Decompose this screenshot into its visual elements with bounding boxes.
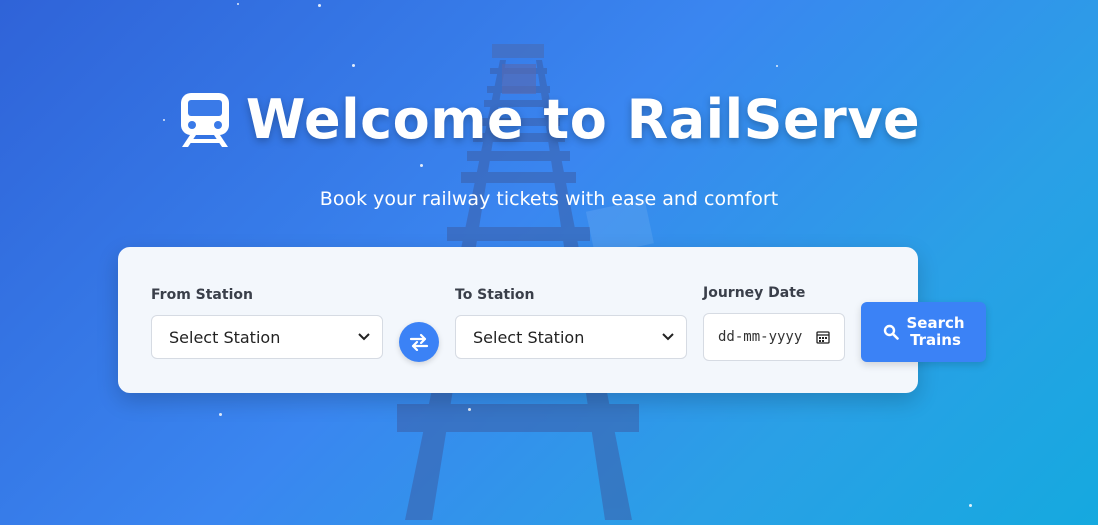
swap-stations-button[interactable] [399, 322, 439, 362]
chevron-down-icon [662, 333, 674, 341]
search-icon [883, 324, 899, 340]
search-button-label: Search Trains [906, 314, 965, 349]
search-trains-button[interactable]: Search Trains [861, 302, 986, 362]
journey-date-input[interactable]: dd-mm-yyyy [703, 313, 845, 361]
from-station-label: From Station [151, 287, 253, 303]
hero-subtitle: Book your railway tickets with ease and … [319, 188, 779, 210]
hero-title-row: Welcome to RailServe [0, 88, 1098, 151]
date-placeholder: dd-mm-yyyy [718, 329, 803, 345]
chevron-down-icon [358, 333, 370, 341]
page-title: Welcome to RailServe [245, 88, 921, 151]
to-station-label: To Station [455, 287, 535, 303]
to-station-select[interactable]: Select Station [455, 315, 687, 359]
from-station-select[interactable]: Select Station [151, 315, 383, 359]
journey-date-label: Journey Date [703, 285, 806, 301]
search-card: From Station Select Station To Station S… [118, 247, 986, 393]
swap-arrows-icon [409, 333, 429, 351]
calendar-icon[interactable] [816, 330, 830, 344]
from-station-value: Select Station [169, 327, 281, 347]
train-icon [180, 92, 229, 147]
to-station-value: Select Station [473, 327, 585, 347]
